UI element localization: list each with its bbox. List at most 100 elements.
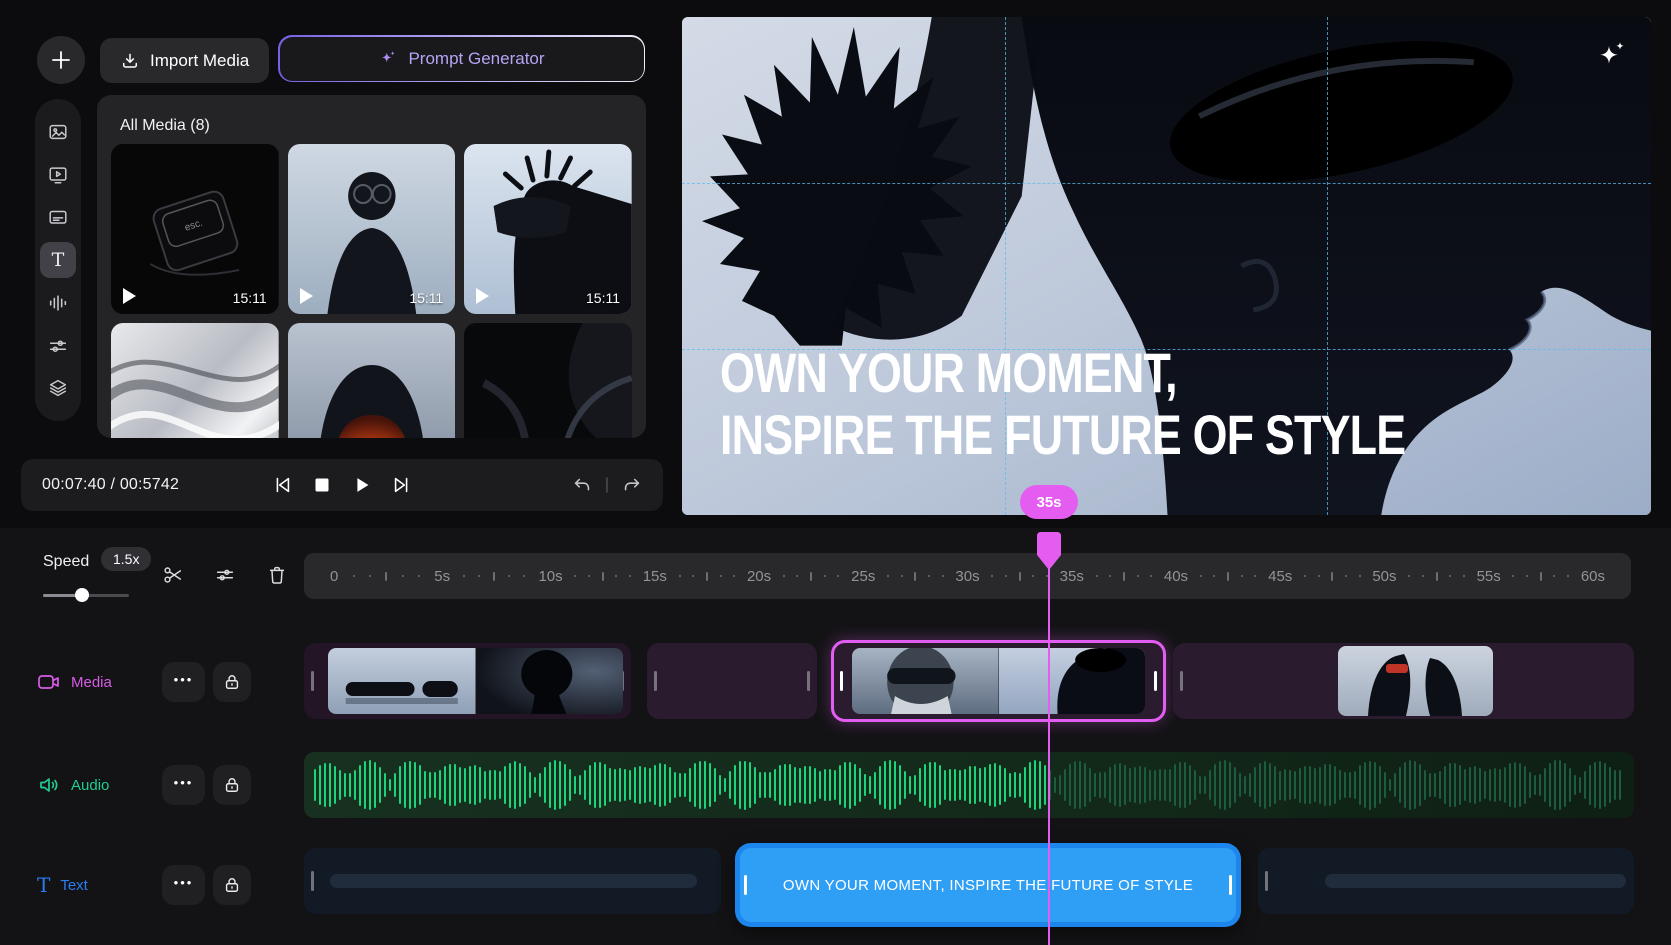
trim-handle-right[interactable]	[1229, 875, 1232, 895]
ai-sparkle-icon[interactable]	[1595, 39, 1629, 73]
clip-thumbnail-two-women	[1338, 646, 1493, 716]
audio-track-header: Audio	[37, 765, 109, 805]
trim-handle-left[interactable]	[311, 871, 314, 891]
import-media-button[interactable]: Import Media	[100, 38, 269, 83]
undo-button[interactable]	[569, 472, 595, 498]
playback-bar: 00:07:40 / 00:5742 |	[21, 459, 663, 511]
media-track-lock-button[interactable]	[213, 662, 251, 702]
media-clip-3-selected[interactable]	[831, 640, 1166, 722]
audio-track-lock-button[interactable]	[213, 765, 251, 805]
speed-value-badge[interactable]: 1.5x	[101, 547, 151, 571]
video-preview[interactable]: OWN YOUR MOMENT, INSPIRE THE FUTURE OF S…	[682, 17, 1651, 515]
camera-icon	[37, 670, 61, 694]
trim-handle-left[interactable]	[311, 671, 314, 691]
audio-track-more-button[interactable]: •••	[162, 765, 205, 805]
library-item-chrome-swirl[interactable]	[111, 323, 279, 438]
overlay-line-1: OWN YOUR MOMENT,	[720, 342, 1405, 405]
playhead-marker[interactable]	[1036, 531, 1062, 576]
rail-item-images[interactable]	[40, 114, 76, 150]
dark-abstract-thumbnail	[464, 323, 632, 438]
history-controls: |	[569, 472, 645, 498]
rail-item-adjust[interactable]	[40, 328, 76, 364]
skip-back-button[interactable]	[269, 472, 295, 498]
trim-handle-right[interactable]	[807, 671, 810, 691]
esc-keycap-thumbnail: esc.	[111, 144, 279, 314]
ruler-scale: 05s10s15s20s25s30s35s40s45s50s55s60s	[330, 568, 1605, 585]
duration-badge: 15:11	[586, 290, 620, 306]
playhead-marker-icon	[1036, 531, 1062, 571]
text-track-more-button[interactable]: •••	[162, 865, 205, 905]
text-clip-left[interactable]	[304, 848, 721, 914]
play-icon	[123, 288, 136, 304]
media-clip-2[interactable]	[647, 643, 817, 719]
stop-button[interactable]	[309, 472, 335, 498]
redo-button[interactable]	[619, 472, 645, 498]
add-button[interactable]	[37, 36, 85, 84]
rail-item-text[interactable]: T	[40, 242, 76, 278]
playhead-line[interactable]	[1048, 560, 1050, 945]
lock-icon	[222, 672, 242, 692]
trim-handle-left[interactable]	[1180, 671, 1183, 691]
clip-thumbnail-back-of-head	[476, 648, 624, 714]
trim-handle-left[interactable]	[1265, 871, 1268, 891]
library-item-esc-keycap[interactable]: esc. 15:11	[111, 144, 279, 314]
library-item-helmet[interactable]	[288, 323, 456, 438]
text-track-lane: OWN YOUR MOMENT, INSPIRE THE FUTURE OF S…	[304, 843, 1634, 927]
adjust-button[interactable]	[212, 562, 238, 588]
speed-label: Speed	[43, 553, 89, 571]
sliders-icon	[47, 335, 69, 357]
skip-forward-icon	[391, 474, 413, 496]
sparkle-icon	[378, 49, 398, 69]
playhead-time-bubble[interactable]: 35s	[1020, 485, 1078, 519]
ruler[interactable]: 05s10s15s20s25s30s35s40s45s50s55s60s	[304, 553, 1631, 599]
play-button[interactable]	[349, 472, 375, 498]
text-tool-icon: T	[52, 249, 65, 271]
library-item-portrait-glasses[interactable]: 15:11	[288, 144, 456, 314]
helmet-thumbnail	[288, 323, 456, 438]
delete-button[interactable]	[264, 562, 290, 588]
speaker-icon	[37, 773, 61, 797]
preview-text-overlay[interactable]: OWN YOUR MOMENT, INSPIRE THE FUTURE OF S…	[720, 342, 1405, 467]
download-icon	[120, 51, 140, 71]
tools-rail: T	[35, 99, 81, 421]
speed-slider[interactable]	[43, 588, 129, 602]
lock-icon	[222, 875, 242, 895]
plus-icon	[50, 49, 72, 71]
media-track-more-button[interactable]: •••	[162, 662, 205, 702]
trim-handle-right[interactable]	[1154, 671, 1157, 691]
library-title: All Media (8)	[120, 117, 210, 135]
scissors-icon	[162, 564, 184, 586]
media-track-header: Media	[37, 662, 112, 702]
text-clip-right[interactable]	[1258, 848, 1634, 914]
chrome-swirl-thumbnail	[111, 323, 279, 438]
duration-badge: 15:11	[233, 290, 267, 306]
text-track-buttons: •••	[162, 865, 251, 905]
audio-track-label: Audio	[71, 777, 109, 794]
library-item-vr-headset[interactable]: 15:11	[464, 144, 632, 314]
media-track-label: Media	[71, 674, 112, 691]
rail-item-audio[interactable]	[40, 285, 76, 321]
rail-item-captions[interactable]	[40, 199, 76, 235]
skip-forward-button[interactable]	[389, 472, 415, 498]
redo-icon	[621, 474, 643, 496]
text-clip-selected[interactable]: OWN YOUR MOMENT, INSPIRE THE FUTURE OF S…	[735, 843, 1241, 927]
text-track-lock-button[interactable]	[213, 865, 251, 905]
speed-slider-knob[interactable]	[75, 588, 89, 602]
trim-handle-left[interactable]	[744, 875, 747, 895]
media-clip-4[interactable]	[1173, 643, 1634, 719]
layers-icon	[47, 377, 69, 399]
media-clip-1[interactable]	[304, 643, 631, 719]
audio-track-lane	[304, 752, 1634, 818]
timeline-toolbar	[160, 562, 290, 588]
text-track-label: Text	[60, 877, 88, 894]
trim-handle-left[interactable]	[840, 671, 843, 691]
rail-item-videos[interactable]	[40, 157, 76, 193]
rail-item-layers[interactable]	[40, 370, 76, 406]
captions-icon	[47, 206, 69, 228]
prompt-generator-button[interactable]: Prompt Generator	[278, 35, 645, 82]
audio-clip[interactable]	[304, 752, 1634, 818]
library-item-dark-abstract[interactable]	[464, 323, 632, 438]
split-button[interactable]	[160, 562, 186, 588]
media-library-panel: All Media (8) esc. 15:11	[97, 95, 646, 438]
trim-handle-left[interactable]	[654, 671, 657, 691]
